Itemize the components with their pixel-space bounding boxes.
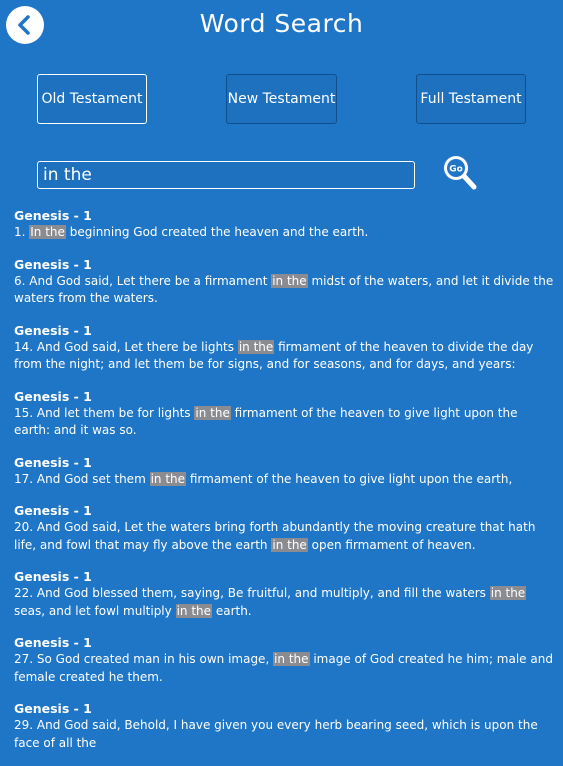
match-highlight: in the xyxy=(149,471,187,486)
result-verse: 27. So God created man in his own image,… xyxy=(14,652,553,684)
result-reference: Genesis - 1 xyxy=(14,569,92,584)
go-search-button[interactable]: Go xyxy=(441,153,481,193)
match-highlight: In the xyxy=(29,225,66,239)
result-reference: Genesis - 1 xyxy=(14,322,92,338)
result-item[interactable]: Genesis - 1 17. And God set them in the … xyxy=(14,454,554,489)
result-item[interactable]: Genesis - 1 29. And God said, Behold, I … xyxy=(14,700,554,752)
go-label: Go xyxy=(449,165,463,175)
match-highlight: in the xyxy=(175,603,213,618)
result-verse: 22. And God blessed them, saying, Be fru… xyxy=(14,586,527,618)
match-highlight: in the xyxy=(194,405,231,420)
result-verse: 17. And God set them in the firmament of… xyxy=(14,471,513,486)
result-item[interactable]: Genesis - 1 14. And God said, Let there … xyxy=(14,322,554,374)
tab-full-testament[interactable]: Full Testament xyxy=(416,74,526,124)
magnifier-icon: Go xyxy=(444,156,477,190)
result-item[interactable]: Genesis - 1 27. So God created man in hi… xyxy=(14,634,554,686)
results-list: Genesis - 1 1. In the beginning God crea… xyxy=(14,207,554,766)
result-reference: Genesis - 1 xyxy=(14,503,92,518)
testament-tabs: Old Testament New Testament Full Testame… xyxy=(0,74,563,126)
result-reference: Genesis - 1 xyxy=(14,454,92,470)
result-item[interactable]: Genesis - 1 15. And let them be for ligh… xyxy=(14,388,554,440)
search-input[interactable] xyxy=(37,161,415,189)
result-verse: 15. And let them be for lights in the fi… xyxy=(14,405,518,437)
result-item[interactable]: Genesis - 1 6. And God said, Let there b… xyxy=(14,256,554,308)
match-highlight: in the xyxy=(489,586,527,600)
result-verse: 14. And God said, Let there be lights in… xyxy=(14,339,534,371)
result-item[interactable]: Genesis - 1 20. And God said, Let the wa… xyxy=(14,502,554,554)
result-reference: Genesis - 1 xyxy=(14,208,92,223)
page-title: Word Search xyxy=(199,9,364,38)
result-verse: 1. In the beginning God created the heav… xyxy=(14,225,369,239)
result-item[interactable]: Genesis - 1 1. In the beginning God crea… xyxy=(14,207,554,242)
match-highlight: in the xyxy=(273,652,310,666)
tab-new-testament[interactable]: New Testament xyxy=(226,74,337,124)
match-highlight: in the xyxy=(237,339,275,354)
result-item[interactable]: Genesis - 1 22. And God blessed them, sa… xyxy=(14,568,554,620)
match-highlight: in the xyxy=(271,537,308,552)
tab-old-testament[interactable]: Old Testament xyxy=(37,74,147,124)
result-reference: Genesis - 1 xyxy=(14,701,92,716)
result-reference: Genesis - 1 xyxy=(14,256,92,272)
result-reference: Genesis - 1 xyxy=(14,635,92,650)
result-verse: 20. And God said, Let the waters bring f… xyxy=(14,520,536,552)
result-verse: 6. And God said, Let there be a firmamen… xyxy=(14,273,554,305)
result-reference: Genesis - 1 xyxy=(14,388,92,404)
match-highlight: in the xyxy=(271,273,308,288)
result-verse: 29. And God said, Behold, I have given y… xyxy=(14,718,538,750)
